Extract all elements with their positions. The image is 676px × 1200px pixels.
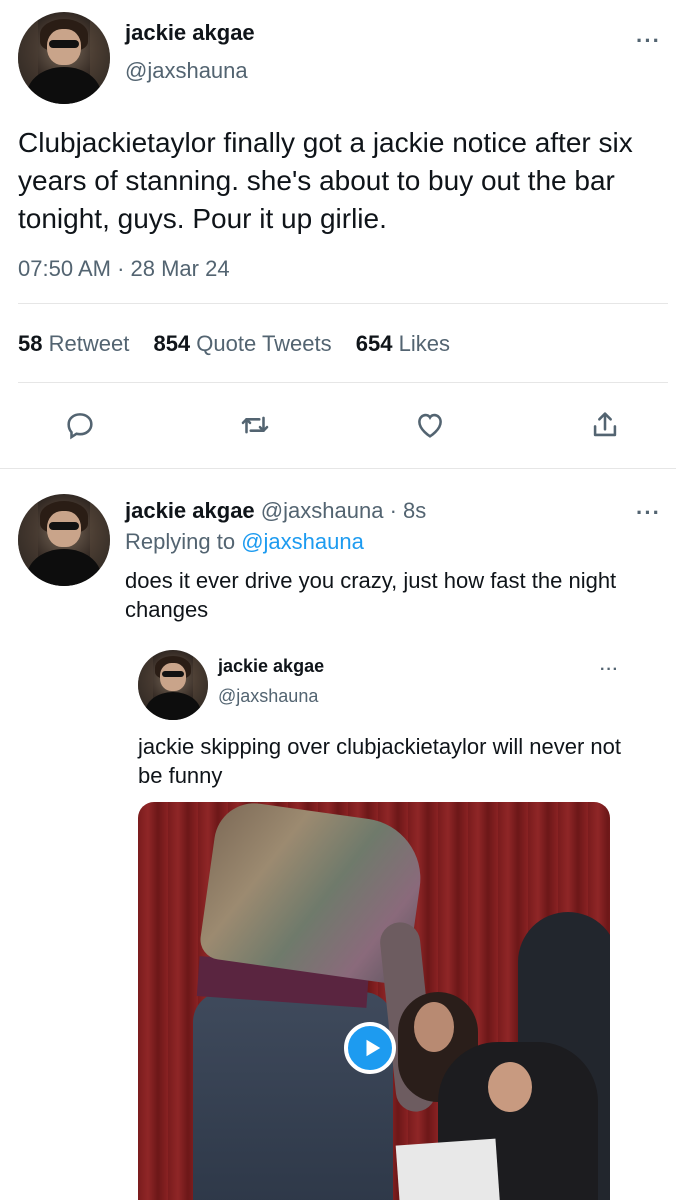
retweet-button[interactable] (235, 405, 275, 445)
reply-author-name[interactable]: jackie akgae (125, 498, 255, 523)
reply-header: jackie akgae @jaxshauna · 8s (125, 498, 426, 524)
replying-prefix: Replying to (125, 529, 236, 554)
likes-stat[interactable]: 654 Likes (356, 331, 450, 356)
share-button[interactable] (585, 405, 625, 445)
reply-more-options-icon[interactable]: ··· (636, 502, 661, 524)
share-icon (593, 412, 617, 437)
quoted-author-avatar[interactable] (138, 650, 208, 720)
author-handle[interactable]: @jaxshauna (125, 58, 248, 84)
reply-button[interactable] (60, 405, 100, 445)
author-name[interactable]: jackie akgae (125, 20, 255, 46)
reply-text: does it ever drive you crazy, just how f… (125, 568, 617, 622)
quoted-more-options-icon[interactable]: ··· (600, 662, 619, 678)
author-avatar[interactable] (18, 12, 110, 104)
quote-tweets-stat[interactable]: 854 Quote Tweets (153, 331, 331, 356)
play-button[interactable] (344, 1022, 396, 1074)
replying-to-link[interactable]: @jaxshauna (241, 529, 364, 554)
tweet-text: Clubjackietaylor finally got a jackie no… (18, 127, 633, 234)
quoted-author-name[interactable]: jackie akgae (218, 656, 324, 677)
divider (18, 382, 668, 383)
quoted-author-handle[interactable]: @jaxshauna (218, 686, 318, 707)
like-button[interactable] (410, 405, 450, 445)
play-icon (366, 1039, 381, 1057)
reply-icon (67, 413, 93, 440)
replying-to: Replying to @jaxshauna (125, 529, 364, 555)
stats-row: 58 Retweet 854 Quote Tweets 654 Likes (18, 331, 450, 357)
retweet-icon (241, 416, 269, 434)
more-options-icon[interactable]: ··· (636, 30, 661, 52)
tweet-timestamp[interactable]: 07:50 AM · 28 Mar 24 (18, 256, 230, 282)
like-icon (418, 413, 442, 438)
reply-time[interactable]: · 8s (390, 498, 427, 523)
divider (18, 303, 668, 304)
quoted-text: jackie skipping over clubjackietaylor wi… (138, 734, 622, 788)
retweet-stat[interactable]: 58 Retweet (18, 331, 129, 356)
reply-author-handle[interactable]: @jaxshauna (261, 498, 384, 523)
section-divider (0, 468, 676, 469)
quoted-video[interactable] (138, 802, 610, 1200)
reply-author-avatar[interactable] (18, 494, 110, 586)
